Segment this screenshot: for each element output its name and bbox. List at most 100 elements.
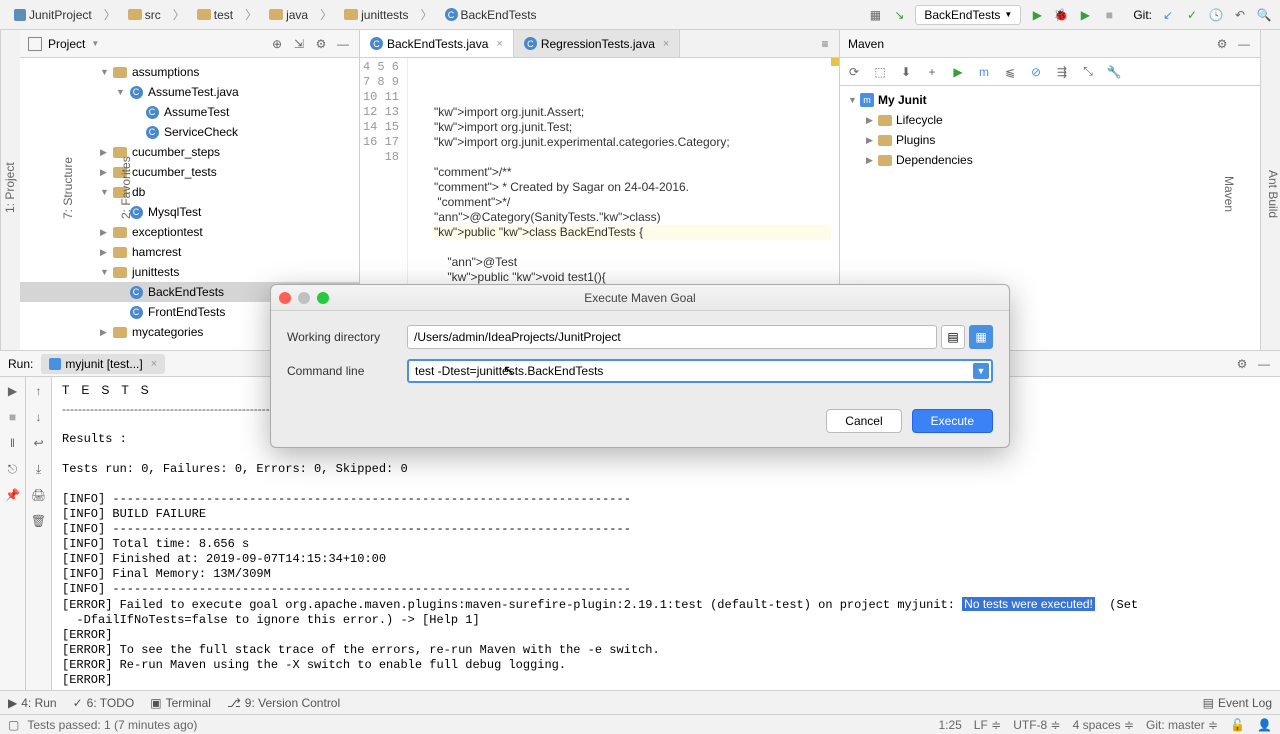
project-browse-icon[interactable]: ▦: [969, 325, 993, 349]
pause-icon[interactable]: ‖: [3, 433, 23, 453]
settings-icon[interactable]: 🔧: [1106, 64, 1122, 80]
search-icon[interactable]: 🔍: [1256, 7, 1272, 23]
maven-toolbar: ⟳ ⬚ ⬇ + ▶ m ⫹ ⊘ ⇶ ⤡ 🔧: [840, 58, 1260, 86]
command-line-input[interactable]: [407, 359, 993, 383]
run-tab[interactable]: myjunit [test...]×: [41, 354, 165, 374]
stop-icon[interactable]: ■: [1101, 7, 1117, 23]
exit-icon[interactable]: ⎋: [3, 459, 23, 479]
tree-row[interactable]: CAssumeTest: [20, 102, 359, 122]
breadcrumb-item[interactable]: java: [263, 6, 314, 24]
tree-row[interactable]: ▼junittests: [20, 262, 359, 282]
left-tab-favorites[interactable]: 2: Favorites: [117, 153, 135, 224]
git-revert-icon[interactable]: ↶: [1232, 7, 1248, 23]
chevron-down-icon[interactable]: ▼: [973, 363, 989, 379]
generate-icon[interactable]: ⬚: [872, 64, 888, 80]
left-tab-structure[interactable]: 7: Structure: [59, 153, 77, 223]
close-icon[interactable]: ×: [496, 38, 502, 50]
breadcrumb-item[interactable]: JunitProject: [8, 6, 98, 24]
dialog-titlebar[interactable]: Execute Maven Goal: [271, 285, 1009, 311]
browse-icon[interactable]: ▤: [941, 325, 965, 349]
run-config-selector[interactable]: BackEndTests ▼: [915, 5, 1021, 25]
soft-wrap-icon[interactable]: ↩: [29, 433, 49, 453]
maven-tree[interactable]: ▼mMy Junit ▶Lifecycle ▶Plugins ▶Dependen…: [840, 86, 1260, 174]
expand-icon[interactable]: ⇲: [291, 36, 307, 52]
left-tab-project[interactable]: 1: Project: [1, 159, 19, 218]
toggle-offline-icon[interactable]: ⫹: [1002, 64, 1018, 80]
hide-icon[interactable]: —: [1256, 356, 1272, 372]
execute-maven-goal-dialog: Execute Maven Goal Working directory ▤ ▦…: [270, 284, 1010, 448]
print-icon[interactable]: 🖨: [29, 485, 49, 505]
close-icon[interactable]: ×: [151, 358, 157, 370]
rerun-icon[interactable]: ▶: [3, 381, 23, 401]
bottom-tab-terminal[interactable]: ▣ Terminal: [150, 696, 211, 710]
pin-icon[interactable]: 📌: [3, 485, 23, 505]
close-icon[interactable]: ×: [663, 38, 669, 50]
zoom-icon[interactable]: [317, 292, 329, 304]
editor-tabs: CBackEndTests.java× CRegressionTests.jav…: [360, 30, 839, 58]
editor-menu-icon[interactable]: ≡: [817, 36, 833, 52]
execute-button[interactable]: Execute: [912, 409, 993, 433]
locate-icon[interactable]: ⊕: [269, 36, 285, 52]
cancel-button[interactable]: Cancel: [826, 409, 901, 433]
git-history-icon[interactable]: 🕓: [1208, 7, 1224, 23]
maven-title: Maven: [848, 37, 884, 51]
skip-tests-icon[interactable]: ⊘: [1028, 64, 1044, 80]
down-icon[interactable]: ↓: [29, 407, 49, 427]
build-icon[interactable]: ▦: [867, 7, 883, 23]
breadcrumb-item[interactable]: junittests: [338, 6, 414, 24]
right-tool-window-bar: Ant Build Maven: [1260, 30, 1280, 350]
bottom-tab-run[interactable]: ▶ 4: Run: [8, 696, 57, 710]
git-commit-icon[interactable]: ✓: [1184, 7, 1200, 23]
show-deps-icon[interactable]: ⇶: [1054, 64, 1070, 80]
run-icon[interactable]: ▶: [1029, 7, 1045, 23]
collapse-icon[interactable]: ⤡: [1080, 64, 1096, 80]
debug-icon[interactable]: 🐞: [1053, 7, 1069, 23]
breadcrumb: JunitProject〉 src〉 test〉 java〉 junittest…: [8, 6, 543, 24]
hide-icon[interactable]: —: [1236, 36, 1252, 52]
stop-icon[interactable]: ■: [3, 407, 23, 427]
dialog-title: Execute Maven Goal: [584, 291, 695, 305]
editor-tab[interactable]: CBackEndTests.java×: [360, 30, 514, 57]
tree-row[interactable]: CServiceCheck: [20, 122, 359, 142]
close-icon[interactable]: [279, 292, 291, 304]
left-tool-window-bar: 1: Project 7: Structure 2: Favorites: [0, 30, 20, 350]
breadcrumb-item[interactable]: CBackEndTests: [439, 6, 543, 24]
working-dir-label: Working directory: [287, 330, 407, 344]
scroll-end-icon[interactable]: ⤓: [29, 459, 49, 479]
editor-tab[interactable]: CRegressionTests.java×: [514, 30, 681, 57]
toolbar-right: ▦ ↘ BackEndTests ▼ ▶ 🐞 ▶ ■ Git: ↙ ✓ 🕓 ↶ …: [867, 5, 1272, 25]
working-dir-input[interactable]: [407, 325, 937, 349]
coverage-icon[interactable]: ▶: [1077, 7, 1093, 23]
bottom-tab-event-log[interactable]: ▤ Event Log: [1203, 696, 1272, 710]
clear-icon[interactable]: 🗑: [29, 511, 49, 531]
top-toolbar: JunitProject〉 src〉 test〉 java〉 junittest…: [0, 0, 1280, 30]
bottom-tool-tabs: ▶ 4: Run ✓ 6: TODO ▣ Terminal ⎇ 9: Versi…: [0, 690, 1280, 714]
download-icon[interactable]: ⬇: [898, 64, 914, 80]
gear-icon[interactable]: ⚙: [1234, 356, 1250, 372]
reimport-icon[interactable]: ⟳: [846, 64, 862, 80]
breadcrumb-item[interactable]: test: [191, 6, 239, 24]
tree-row[interactable]: ▶exceptiontest: [20, 222, 359, 242]
tree-row[interactable]: ▼assumptions: [20, 62, 359, 82]
command-line-label: Command line: [287, 364, 407, 378]
gear-icon[interactable]: ⚙: [1214, 36, 1230, 52]
hammer-icon[interactable]: ↘: [891, 7, 907, 23]
right-tab-maven[interactable]: Maven: [1222, 176, 1236, 212]
run-maven-icon[interactable]: ▶: [950, 64, 966, 80]
right-tab-ant[interactable]: Ant Build: [1266, 170, 1280, 218]
run-toolbar-1: ▶ ■ ‖ ⎋ 📌: [0, 377, 26, 690]
git-update-icon[interactable]: ↙: [1160, 7, 1176, 23]
tree-row[interactable]: ▼CAssumeTest.java: [20, 82, 359, 102]
add-icon[interactable]: +: [924, 64, 940, 80]
breadcrumb-item[interactable]: src: [122, 6, 167, 24]
bottom-tab-todo[interactable]: ✓ 6: TODO: [73, 696, 135, 710]
project-title[interactable]: Project: [48, 37, 85, 51]
run-label: Run:: [8, 357, 33, 371]
gear-icon[interactable]: ⚙: [313, 36, 329, 52]
bottom-tab-vcs[interactable]: ⎇ 9: Version Control: [227, 696, 340, 710]
hide-icon[interactable]: —: [335, 36, 351, 52]
up-icon[interactable]: ↑: [29, 381, 49, 401]
tree-row[interactable]: ▶hamcrest: [20, 242, 359, 262]
minimize-icon: [298, 292, 310, 304]
execute-goal-icon[interactable]: m: [976, 64, 992, 80]
